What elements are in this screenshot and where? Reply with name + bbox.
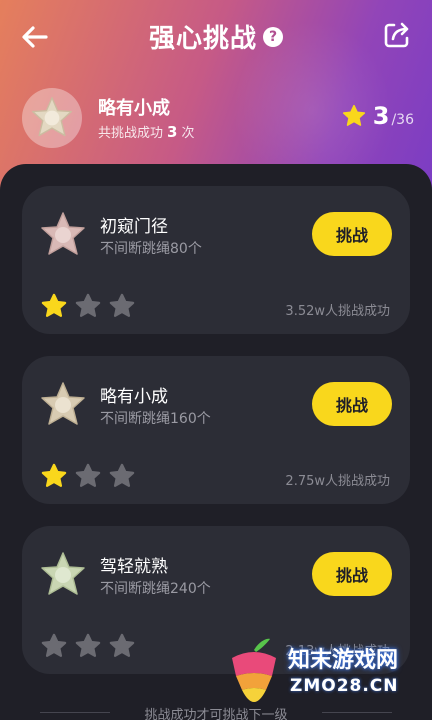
star-rating — [40, 632, 136, 660]
star-filled-icon — [41, 463, 67, 487]
star-icon — [342, 104, 365, 126]
challenge-name: 略有小成 — [100, 387, 168, 407]
medal-icon — [41, 552, 85, 595]
star-empty-icon — [41, 633, 67, 657]
challenge-desc: 不间断跳绳240个 — [100, 581, 211, 597]
challenge-desc: 不间断跳绳160个 — [100, 411, 211, 427]
success-suffix: 次 — [181, 126, 195, 141]
stars-earned: 3 — [372, 102, 390, 130]
stars-total: /36 — [391, 112, 414, 128]
star-empty-icon — [75, 293, 101, 317]
success-prefix: 共挑战成功 — [98, 126, 164, 141]
star-filled-icon — [41, 293, 67, 317]
watermark-text: 知末游戏网 — [288, 648, 399, 673]
help-icon[interactable]: ? — [263, 26, 283, 47]
challenge-desc: 不间断跳绳80个 — [100, 241, 202, 257]
challenge-name: 驾轻就熟 — [100, 557, 168, 577]
challenge-button[interactable]: 挑战 — [312, 382, 392, 426]
level-medal-icon — [22, 88, 82, 148]
success-count: 3 — [167, 123, 178, 141]
star-empty-icon — [109, 463, 135, 487]
success-count-text: 2.75w人挑战成功 — [285, 474, 390, 489]
challenge-card: 初窥门径 不间断跳绳80个 挑战 3.52w人挑战成功 — [22, 186, 410, 334]
success-count-text: 3.52w人挑战成功 — [285, 304, 390, 319]
watermark-logo-icon — [232, 638, 276, 702]
star-rating — [40, 462, 136, 490]
star-empty-icon — [109, 293, 135, 317]
challenge-card: 略有小成 不间断跳绳160个 挑战 2.75w人挑战成功 — [22, 356, 410, 504]
title-wrap: 强心挑战? — [0, 18, 432, 55]
watermark: 知末游戏网 ZMO28.CN — [224, 632, 424, 712]
top-bar: 强心挑战? — [0, 0, 432, 72]
current-level-name: 略有小成 — [98, 98, 170, 119]
level-summary: 略有小成 共挑战成功 3 次 3 /36 — [22, 88, 414, 148]
challenge-button[interactable]: 挑战 — [312, 552, 392, 596]
star-empty-icon — [75, 633, 101, 657]
share-icon[interactable] — [382, 20, 412, 50]
watermark-url: ZMO28.CN — [290, 676, 399, 696]
challenge-name: 初窥门径 — [100, 217, 168, 237]
star-empty-icon — [109, 633, 135, 657]
challenge-button[interactable]: 挑战 — [312, 212, 392, 256]
star-score: 3 /36 — [341, 102, 414, 130]
page-title: 强心挑战 — [148, 24, 257, 54]
medal-icon — [41, 212, 85, 255]
medal-icon — [41, 382, 85, 425]
star-rating — [40, 292, 136, 320]
success-summary: 共挑战成功 3 次 — [98, 122, 194, 141]
star-empty-icon — [75, 463, 101, 487]
